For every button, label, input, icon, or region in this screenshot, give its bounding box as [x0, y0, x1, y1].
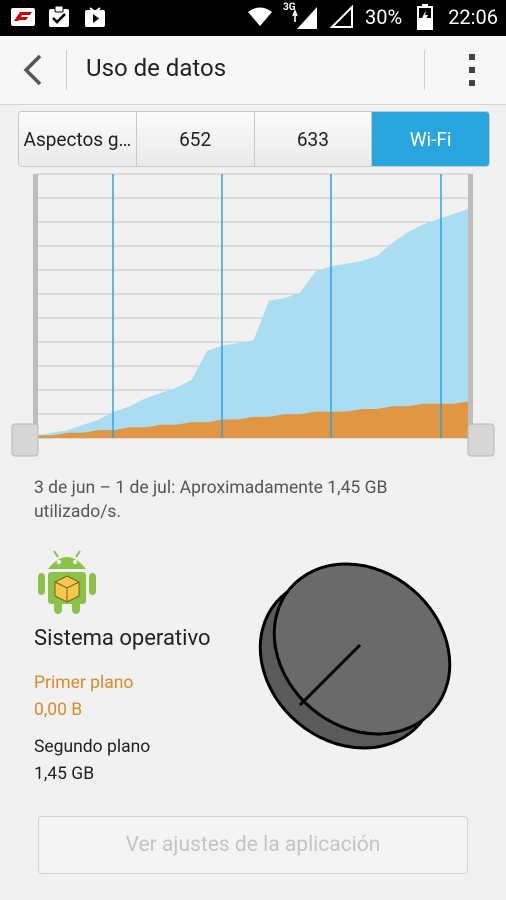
foreground-label: Primer plano [34, 673, 134, 693]
check-icon [46, 5, 72, 29]
android-package-icon [34, 543, 100, 615]
back-arrow-icon [23, 54, 42, 86]
tab-general-label: Aspectos g… [23, 127, 132, 151]
wifi-icon [247, 5, 273, 29]
tab-633-label: 633 [296, 127, 329, 151]
tab-general[interactable]: Aspectos g… [19, 112, 137, 166]
usage-pie-chart [250, 545, 460, 755]
play-store-icon [82, 5, 108, 29]
tab-wifi-label: Wi-Fi [409, 127, 452, 151]
back-button[interactable] [18, 50, 52, 90]
start-date-handle[interactable] [11, 174, 42, 457]
page-title: Uso de datos [86, 54, 227, 82]
status-bar: 3G 30% 22:06 [0, 0, 506, 36]
clock: 22:06 [448, 5, 498, 29]
appbar-divider-left [66, 50, 67, 90]
tab-652-label: 652 [179, 127, 212, 151]
tab-652[interactable]: 652 [136, 112, 255, 166]
tab-wifi[interactable]: Wi-Fi [372, 112, 489, 166]
end-date-handle[interactable] [467, 174, 495, 457]
overflow-menu-icon [469, 54, 475, 86]
signal-empty-icon [329, 5, 355, 29]
overflow-menu-button[interactable] [464, 52, 480, 88]
foreground-value: 0,00 B [34, 700, 83, 720]
tab-633[interactable]: 633 [254, 112, 373, 166]
background-value: 1,45 GB [34, 764, 95, 784]
background-label: Segundo plano [34, 737, 151, 757]
battery-percent: 30% [365, 5, 403, 29]
app-settings-button[interactable]: Ver ajustes de la aplicación [38, 816, 468, 874]
f1-app-icon [10, 5, 36, 29]
usage-chart-svg [11, 173, 495, 457]
usage-chart[interactable] [0, 170, 506, 460]
usage-summary: 3 de jun – 1 de jul: Aproximadamente 1,4… [34, 478, 388, 522]
network-tabs: Aspectos g… 652 633 Wi-Fi [18, 111, 490, 167]
battery-icon [412, 4, 438, 30]
app-bar: Uso de datos [0, 36, 506, 105]
appbar-divider-right [424, 50, 425, 90]
signal-icon: 3G [283, 2, 319, 30]
app-name: Sistema operativo [34, 626, 211, 651]
